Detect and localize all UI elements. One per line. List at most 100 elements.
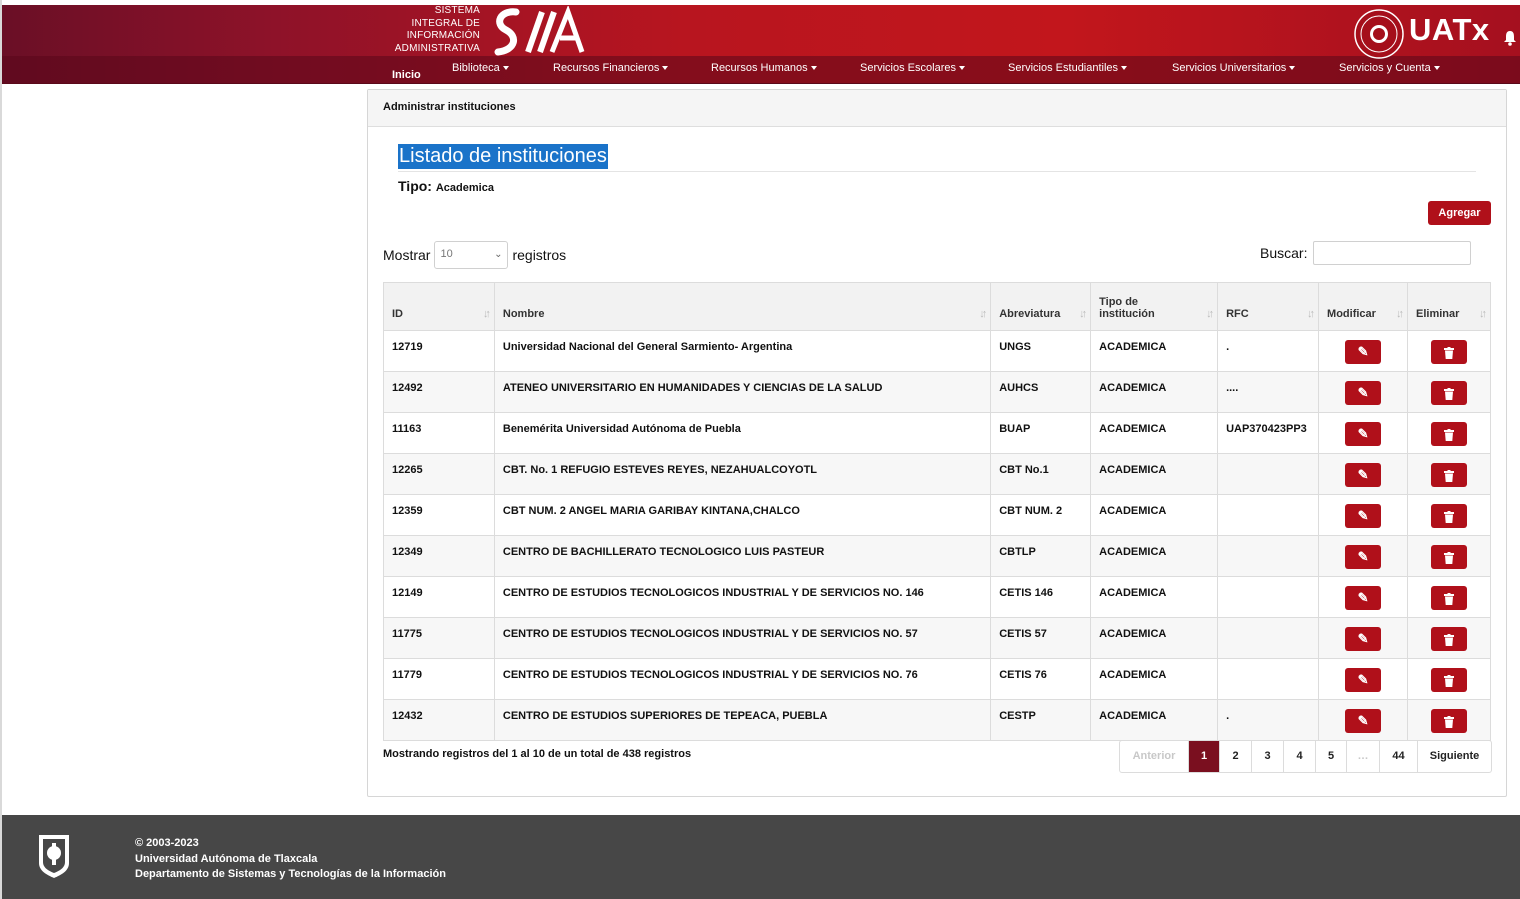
sort-icon: ↓↑ <box>1079 308 1087 320</box>
chevron-down-icon: ⌄ <box>494 249 503 260</box>
edit-button[interactable]: ✎ <box>1345 381 1382 405</box>
delete-button[interactable] <box>1431 504 1467 528</box>
pagination-page[interactable]: 44 <box>1379 741 1417 772</box>
table-row: 11163 Benemérita Universidad Autónoma de … <box>383 412 1491 454</box>
sort-icon: ↓↑ <box>1206 308 1214 320</box>
delete-button[interactable] <box>1431 668 1467 692</box>
col-header-label: RFC <box>1226 308 1249 320</box>
cell-abreviatura: CETIS 76 <box>990 658 1092 700</box>
trash-icon <box>1444 551 1454 564</box>
col-header-modificar[interactable]: Modificar ↓↑ <box>1318 282 1408 331</box>
cell-rfc <box>1217 617 1320 659</box>
footer-copyright: © 2003-2023 <box>135 837 199 849</box>
col-header-eliminar[interactable]: Eliminar ↓↑ <box>1407 282 1491 331</box>
page-length-select[interactable]: 10 ⌄ <box>434 241 509 269</box>
cell-rfc <box>1217 535 1320 577</box>
pencil-icon: ✎ <box>1357 631 1369 646</box>
page-length-value: 10 <box>440 248 453 260</box>
cell-id: 12149 <box>383 576 495 618</box>
col-header-rfc[interactable]: RFC ↓↑ <box>1217 282 1320 331</box>
pagination-page[interactable]: 3 <box>1251 741 1283 772</box>
nav-label: Servicios Estudiantiles <box>1008 62 1119 74</box>
nav-servicios-universitarios[interactable]: Servicios Universitarios <box>1172 62 1296 74</box>
trash-icon <box>1444 469 1454 482</box>
table-row: 11775 CENTRO DE ESTUDIOS TECNOLOGICOS IND… <box>383 617 1491 659</box>
nav-biblioteca[interactable]: Biblioteca <box>452 62 509 74</box>
cell-modificar: ✎ <box>1318 617 1408 659</box>
edit-button[interactable]: ✎ <box>1345 709 1382 733</box>
delete-button[interactable] <box>1431 586 1467 610</box>
col-header-tipo[interactable]: Tipo de institución ↓↑ <box>1090 282 1219 331</box>
col-header-abreviatura[interactable]: Abreviatura ↓↑ <box>990 282 1092 331</box>
nav-servicios-y-cuenta[interactable]: Servicios y Cuenta <box>1339 62 1440 74</box>
cell-abreviatura: UNGS <box>990 330 1092 372</box>
col-header-id[interactable]: ID ↓↑ <box>383 282 495 331</box>
cell-nombre: ATENEO UNIVERSITARIO EN HUMANIDADES Y CI… <box>493 371 992 413</box>
search-control: Buscar: <box>1260 241 1472 265</box>
title-divider <box>398 171 1476 172</box>
cell-tipo: ACADEMICA <box>1090 371 1219 413</box>
nav-recursos-humanos[interactable]: Recursos Humanos <box>711 62 817 74</box>
panel-heading: Administrar instituciones <box>368 90 1506 127</box>
siia-logo[interactable] <box>486 6 586 58</box>
cell-rfc <box>1217 453 1320 495</box>
edit-button[interactable]: ✎ <box>1345 463 1382 487</box>
cell-tipo: ACADEMICA <box>1090 699 1219 741</box>
system-name-line: SISTEMA <box>434 5 480 16</box>
edit-button[interactable]: ✎ <box>1345 545 1382 569</box>
uatx-logo[interactable]: UATx <box>1351 8 1520 60</box>
tipo-value: Academica <box>435 182 494 194</box>
pagination-previous[interactable]: Anterior <box>1120 741 1188 772</box>
cell-abreviatura: CBTLP <box>990 535 1092 577</box>
system-name-line: INFORMACIÓN <box>406 30 480 41</box>
delete-button[interactable] <box>1431 381 1467 405</box>
caret-down-icon <box>502 66 509 71</box>
col-header-nombre[interactable]: Nombre ↓↑ <box>493 282 992 331</box>
cell-abreviatura: BUAP <box>990 412 1092 454</box>
edit-button[interactable]: ✎ <box>1345 422 1382 446</box>
delete-button[interactable] <box>1431 340 1467 364</box>
table-row: 12349 CENTRO DE BACHILLERATO TECNOLOGICO … <box>383 535 1491 577</box>
cell-abreviatura: CBT NUM. 2 <box>990 494 1092 536</box>
nav-servicios-estudiantiles[interactable]: Servicios Estudiantiles <box>1008 62 1128 74</box>
delete-button[interactable] <box>1431 709 1467 733</box>
add-button[interactable]: Agregar <box>1428 201 1491 225</box>
cell-abreviatura: CBT No.1 <box>990 453 1092 495</box>
pagination-next[interactable]: Siguiente <box>1417 741 1491 772</box>
search-input[interactable] <box>1313 241 1472 265</box>
nav-servicios-escolares[interactable]: Servicios Escolares <box>860 62 965 74</box>
nav-label: Servicios Universitarios <box>1172 62 1287 74</box>
cell-tipo: ACADEMICA <box>1090 576 1219 618</box>
cell-eliminar <box>1407 330 1491 372</box>
footer: © 2003-2023 Universidad Autónoma de Tlax… <box>2 815 1520 899</box>
edit-button[interactable]: ✎ <box>1345 627 1382 651</box>
cell-tipo: ACADEMICA <box>1090 494 1219 536</box>
pagination-ellipsis: … <box>1346 741 1379 772</box>
show-label: Mostrar <box>383 247 431 263</box>
edit-button[interactable]: ✎ <box>1345 504 1382 528</box>
nav-label: Servicios Escolares <box>860 62 956 74</box>
cell-tipo: ACADEMICA <box>1090 658 1219 700</box>
pagination-page[interactable]: 4 <box>1283 741 1315 772</box>
delete-button[interactable] <box>1431 545 1467 569</box>
sort-icon: ↓↑ <box>979 308 987 320</box>
cell-id: 12719 <box>383 330 495 372</box>
cell-eliminar <box>1407 494 1491 536</box>
nav-recursos-financieros[interactable]: Recursos Financieros <box>553 62 669 74</box>
trash-icon <box>1444 387 1454 400</box>
edit-button[interactable]: ✎ <box>1345 340 1382 364</box>
delete-button[interactable] <box>1431 463 1467 487</box>
system-name-line: INTEGRAL DE <box>411 17 480 29</box>
delete-button[interactable] <box>1431 422 1467 446</box>
pagination-page[interactable]: 1 <box>1188 741 1219 772</box>
pagination-page[interactable]: 2 <box>1219 741 1251 772</box>
table-row: 11779 CENTRO DE ESTUDIOS TECNOLOGICOS IND… <box>383 658 1491 700</box>
delete-button[interactable] <box>1431 627 1467 651</box>
caret-down-icon <box>810 66 817 71</box>
edit-button[interactable]: ✎ <box>1345 668 1382 692</box>
edit-button[interactable]: ✎ <box>1345 586 1382 610</box>
nav-label: Biblioteca <box>452 62 500 74</box>
nav-inicio[interactable]: Inicio <box>392 69 421 81</box>
pagination-page[interactable]: 5 <box>1315 741 1346 772</box>
bell-icon[interactable] <box>1503 30 1517 46</box>
